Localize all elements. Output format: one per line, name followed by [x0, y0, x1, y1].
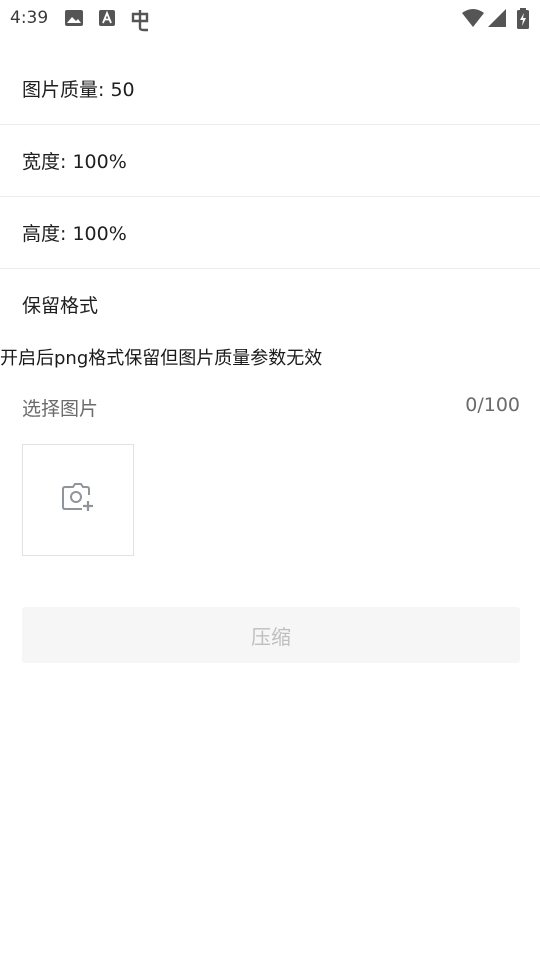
bug-icon: [128, 8, 150, 32]
keep-format-label: 保留格式: [22, 294, 99, 317]
picker-label: 选择图片: [22, 398, 99, 420]
status-time: 4:39: [10, 8, 49, 28]
height-label: 高度: 100%: [22, 222, 127, 245]
status-bar: 4:39: [0, 0, 540, 36]
add-image-button[interactable]: [22, 444, 134, 556]
width-setting-row[interactable]: 宽度: 100%: [0, 124, 540, 197]
a-icon: [98, 8, 120, 28]
quality-label: 图片质量: 50: [22, 78, 135, 101]
height-setting-row[interactable]: 高度: 100%: [0, 196, 540, 269]
image-icon: [64, 8, 86, 28]
compress-button[interactable]: 压缩: [22, 607, 520, 663]
camera-add-icon: [60, 482, 96, 518]
battery-icon: [516, 8, 530, 29]
picker-count: 0/100: [465, 394, 520, 416]
width-label: 宽度: 100%: [22, 150, 127, 173]
keep-format-hint: 开启后png格式保留但图片质量参数无效: [0, 348, 323, 369]
signal-icon: [487, 8, 509, 28]
wifi-icon: [462, 8, 484, 28]
keep-format-row[interactable]: 保留格式: [0, 268, 540, 340]
quality-setting-row[interactable]: 图片质量: 50: [0, 52, 540, 125]
